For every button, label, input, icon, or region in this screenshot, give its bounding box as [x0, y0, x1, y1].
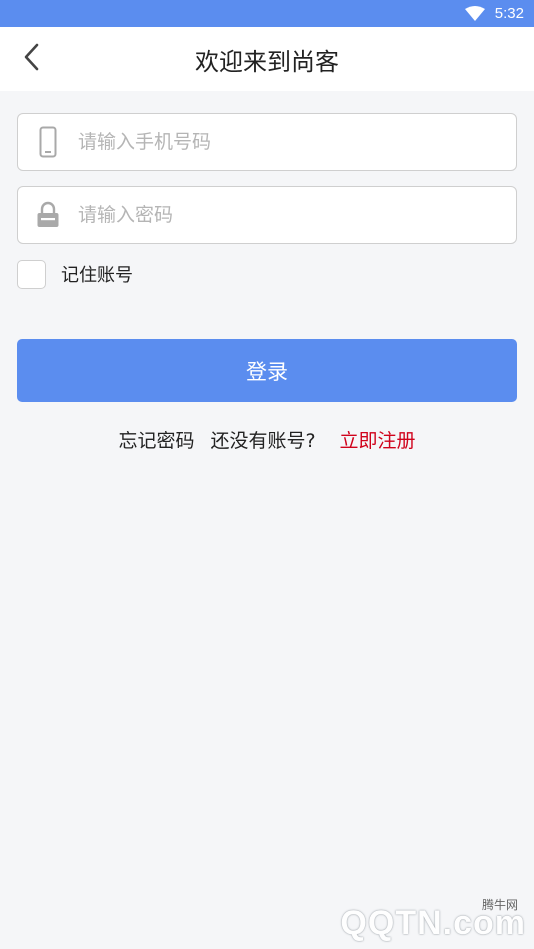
remember-checkbox[interactable]	[17, 259, 46, 289]
status-time: 5:32	[494, 5, 524, 22]
register-link[interactable]: 立即注册	[340, 426, 416, 453]
watermark-logo: 腾牛网 QQTN.com	[340, 898, 526, 943]
remember-account-row: 记住账号	[17, 259, 517, 289]
app-header: 欢迎来到尚客	[0, 27, 534, 91]
lock-icon	[36, 201, 60, 229]
back-button[interactable]	[14, 41, 50, 77]
remember-label[interactable]: 记住账号	[61, 261, 133, 287]
page-title: 欢迎来到尚客	[195, 47, 339, 76]
phone-field	[17, 113, 517, 171]
account-links: 忘记密码 还没有账号? 立即注册	[17, 426, 517, 453]
phone-icon	[36, 126, 60, 158]
forgot-password-link[interactable]: 忘记密码	[118, 426, 194, 453]
watermark-small-text: 腾牛网	[481, 898, 518, 912]
status-bar: 5:32	[0, 0, 534, 27]
chevron-left-icon	[22, 42, 42, 76]
password-input[interactable]	[78, 187, 516, 243]
password-field	[17, 186, 517, 244]
phone-input[interactable]	[78, 114, 516, 170]
login-form: 记住账号 登录 忘记密码 还没有账号? 立即注册	[0, 91, 534, 453]
login-button[interactable]: 登录	[17, 339, 517, 402]
no-account-text: 还没有账号?	[210, 430, 316, 452]
wifi-icon	[464, 5, 485, 22]
